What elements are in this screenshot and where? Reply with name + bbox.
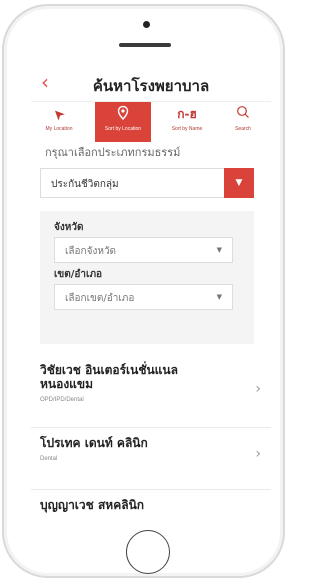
app-header: ‹ ค้นหาโรงพยาบาล: [31, 66, 271, 102]
caret-down-icon: ▼: [216, 246, 222, 254]
app-screen: ‹ ค้นหาโรงพยาบาล ➤ My Location Sort by L…: [31, 66, 271, 513]
tab-sort-by-location[interactable]: Sort by Location: [95, 102, 151, 142]
sort-tabs: ➤ My Location Sort by Location ก-ฮ Sort …: [31, 102, 271, 142]
list-item[interactable]: วิชัยเวช อินเตอร์เนชั่นแนล หนองแขม OPD/I…: [31, 363, 271, 423]
tab-label: Search: [235, 126, 251, 132]
district-label: เขต/อำเภอ: [54, 269, 103, 280]
front-camera: [143, 21, 150, 28]
chevron-right-icon: ›: [255, 381, 261, 397]
tab-label: My Location: [45, 126, 73, 132]
policy-type-value: ประกันชีวิตกลุ่ม: [51, 179, 119, 190]
home-button[interactable]: [126, 530, 170, 574]
hospital-name: วิชัยเวช อินเตอร์เนชั่นแนล หนองแขม: [40, 363, 178, 391]
province-select[interactable]: เลือกจังหวัด ▼: [54, 237, 233, 263]
earpiece-speaker: [119, 43, 171, 47]
search-icon: [236, 105, 250, 123]
hospital-name: บุญญาเวช สหคลินิก: [40, 498, 145, 512]
policy-type-select[interactable]: ประกันชีวิตกลุ่ม ▼: [40, 168, 254, 198]
district-placeholder: เลือกเขต/อำเภอ: [65, 293, 135, 304]
divider: [31, 427, 271, 428]
navigation-arrow-icon: ➤: [49, 104, 69, 124]
location-pin-icon: [115, 105, 131, 123]
chevron-down-icon[interactable]: ▼: [224, 168, 254, 198]
divider: [31, 489, 271, 490]
province-placeholder: เลือกจังหวัด: [65, 246, 117, 257]
tab-sort-by-name[interactable]: ก-ฮ Sort by Name: [159, 102, 215, 142]
province-label: จังหวัด: [54, 222, 84, 233]
hospital-type: OPD/IPD/Dental: [40, 397, 84, 403]
list-item[interactable]: โปรเทค เดนท์ คลินิก Dental ›: [31, 436, 271, 486]
tab-my-location[interactable]: ➤ My Location: [31, 102, 87, 142]
chevron-right-icon: ›: [255, 446, 261, 462]
page-title: ค้นหาโรงพยาบาล: [92, 77, 210, 95]
tab-label: Sort by Location: [104, 126, 142, 132]
list-item[interactable]: บุญญาเวช สหคลินิก: [31, 498, 271, 513]
alphabet-icon: ก-ฮ: [177, 107, 197, 121]
hospital-type: Dental: [40, 456, 58, 462]
tab-search[interactable]: Search: [215, 102, 271, 142]
caret-down-icon: ▼: [216, 293, 222, 301]
location-filter-panel: จังหวัด เลือกจังหวัด ▼ เขต/อำเภอ เลือกเข…: [40, 211, 254, 344]
policy-type-hint: กรุณาเลือกประเภทกรมธรรม์: [45, 146, 181, 159]
hospital-name: โปรเทค เดนท์ คลินิก: [40, 436, 148, 450]
district-select[interactable]: เลือกเขต/อำเภอ ▼: [54, 284, 233, 310]
tab-label: Sort by Name: [171, 126, 203, 132]
